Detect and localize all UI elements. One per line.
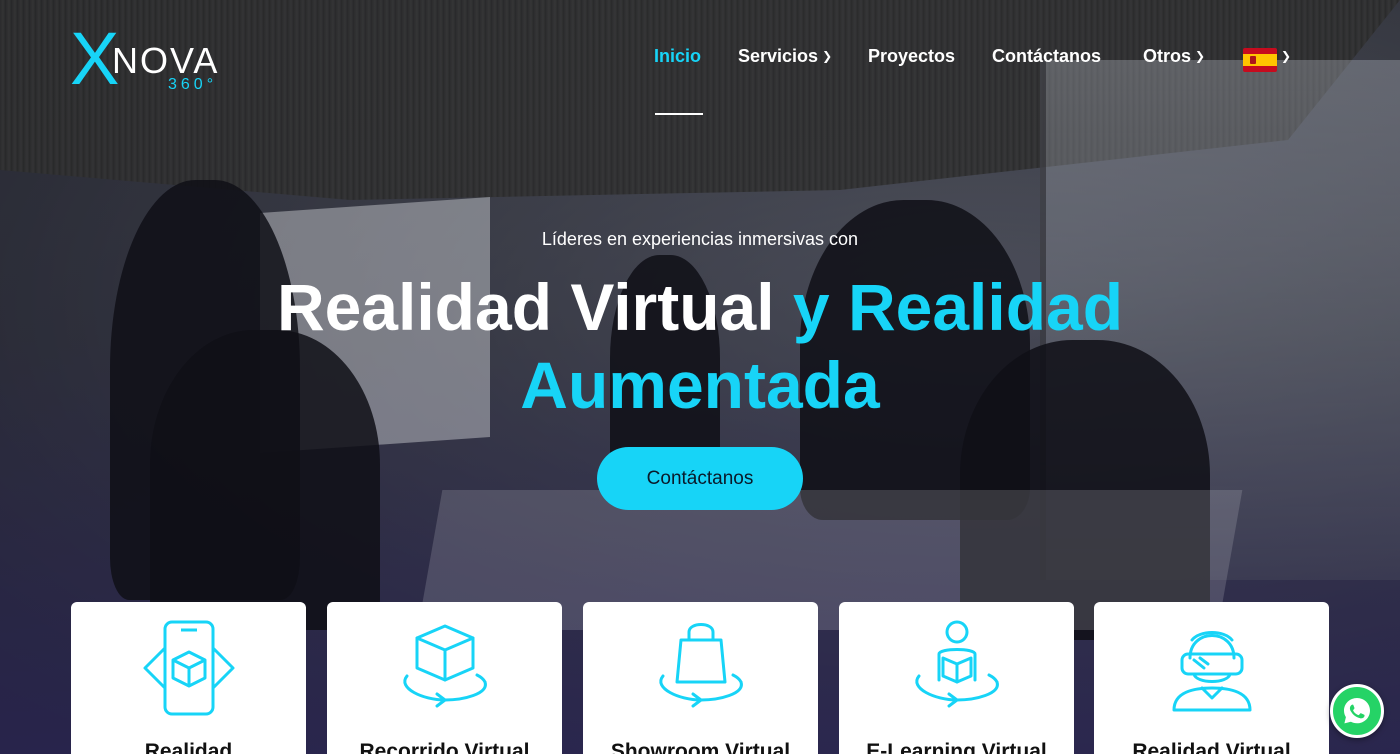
logo-360: 360° (168, 76, 218, 93)
nav-label: Otros (1143, 46, 1192, 66)
nav-contactanos[interactable]: Contáctanos (992, 46, 1101, 67)
nav-label: Proyectos (868, 46, 956, 66)
service-card-recorrido[interactable]: Recorrido Virtual (327, 602, 562, 754)
card-title: Showroom Virtual (610, 740, 791, 754)
whatsapp-icon (1344, 698, 1370, 724)
service-card-elearning[interactable]: E-Learning Virtual (839, 602, 1074, 754)
active-nav-underline (655, 113, 703, 115)
service-card-vr[interactable]: Realidad Virtual (1094, 602, 1329, 754)
card-title: Recorrido Virtual (359, 740, 530, 754)
headline-accent-2: Aumentada (520, 348, 880, 422)
card-title: E-Learning Virtual (866, 740, 1047, 754)
contact-cta-button[interactable]: Contáctanos (597, 447, 803, 510)
card-title: Realidad Virtual (1132, 740, 1291, 754)
cube-360-icon (402, 624, 487, 708)
headline-white: Realidad Virtual (276, 270, 775, 344)
student-reading-360-icon (914, 620, 999, 708)
service-card-ar[interactable]: Realidad (71, 602, 306, 754)
whatsapp-button[interactable] (1330, 684, 1384, 738)
nav-label: Servicios (738, 46, 819, 66)
chevron-down-icon: ❯ (1195, 49, 1206, 63)
nav-inicio[interactable]: Inicio (654, 46, 701, 67)
spain-flag-icon[interactable] (1243, 48, 1277, 72)
site-logo[interactable]: X NOVA 360° (70, 22, 230, 96)
language-chevron-down-icon[interactable]: ❯ (1281, 49, 1291, 63)
card-title: Realidad (144, 740, 233, 754)
hero-tagline: Líderes en experiencias inmersivas con (541, 229, 859, 249)
service-card-showroom[interactable]: Showroom Virtual (583, 602, 818, 754)
nav-label: Inicio (654, 46, 702, 66)
nav-servicios[interactable]: Servicios ❯ (738, 46, 832, 67)
ar-phone-icon (143, 620, 234, 716)
shopping-bag-360-icon (658, 623, 743, 708)
hero-headline: Realidad Virtual y Realidad Aumentada (0, 268, 1400, 424)
headline-accent-1: y Realidad (792, 270, 1124, 344)
chevron-down-icon: ❯ (822, 49, 833, 63)
nav-label: Contáctanos (992, 46, 1102, 66)
nav-proyectos[interactable]: Proyectos (868, 46, 955, 67)
vr-headset-user-icon (1172, 631, 1251, 712)
nav-otros[interactable]: Otros ❯ (1143, 46, 1205, 67)
